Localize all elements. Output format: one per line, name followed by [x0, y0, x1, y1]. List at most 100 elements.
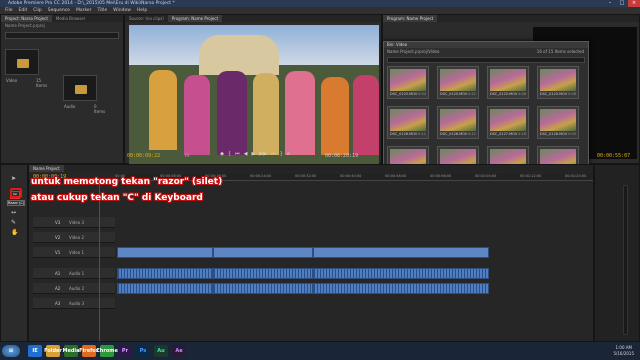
bin-thumbnail[interactable]: DSC_0125.MOV 0:21 [437, 66, 479, 99]
taskbar: ⊞ IE Folder Media Firefox Chrome Pr Ps Au Ae 1:0… [0, 342, 640, 360]
audio-clip[interactable] [117, 268, 213, 279]
taskbar-app-firefox[interactable]: Firefox [79, 345, 99, 357]
bin-audio[interactable]: Audio 0 Items [63, 75, 105, 114]
bin-thumbnail[interactable]: DSC_0127.MOV 0:16 [487, 106, 529, 139]
track-header-v1[interactable]: V1 Video 1 [33, 247, 115, 258]
menu-clip[interactable]: Clip [30, 7, 45, 14]
thumbnail-image [540, 69, 576, 91]
thumbnail-name: DSC_0127.MOV [490, 132, 518, 136]
track-header-a2[interactable]: A2 Audio 2 [33, 283, 115, 294]
start-button[interactable]: ⊞ [2, 345, 20, 357]
audio-clip[interactable] [213, 283, 313, 294]
program-tabs: Source: (no clips) Program: Name Project [125, 15, 381, 22]
bin-thumbnail[interactable]: DSC_0125.MOV 0:06 [537, 66, 579, 99]
thumbnail-duration: 0:11 [418, 132, 426, 136]
thumbnail-duration: 0:16 [518, 132, 526, 136]
track-header-a3[interactable]: A3 Audio 3 [33, 298, 115, 309]
thumbnail-image [490, 69, 526, 91]
taskbar-app-au[interactable]: Au [154, 345, 168, 357]
thumbnail-name: DSC_0126.MOV [440, 132, 468, 136]
minimize-button[interactable]: – [604, 0, 616, 7]
go-to-out-button[interactable]: ⏭ [271, 151, 276, 159]
video-clip[interactable] [213, 247, 313, 258]
audio-clip[interactable] [313, 268, 489, 279]
bin-thumbnail[interactable]: DSC_0126.MOV 0:11 [437, 106, 479, 139]
marker-button[interactable]: ◆ [220, 151, 224, 159]
hand-tool-icon[interactable]: ✋ [11, 229, 18, 236]
menu-window[interactable]: Window [110, 7, 134, 14]
track-header-v2[interactable]: V2 Video 2 [33, 232, 115, 243]
tab-program[interactable]: Program: Name Project [167, 15, 223, 22]
taskbar-app-ie[interactable]: IE [28, 345, 42, 357]
taskbar-apps: IE Folder Media Firefox Chrome Pr Ps Au Ae [28, 345, 190, 357]
menu-file[interactable]: File [2, 7, 16, 14]
thumbnail-image [440, 69, 476, 91]
menu-sequence[interactable]: Sequence [45, 7, 73, 14]
thumbnail-duration: 0:04 [418, 92, 426, 96]
slip-tool-icon[interactable]: ↔ [11, 209, 16, 216]
export-frame-button[interactable]: ⌂ [287, 151, 290, 159]
ruler-tick-label: 00:00:40:00 [340, 174, 362, 178]
ruler-tick-label: 00:00:48:00 [385, 174, 407, 178]
track-id: V1 [55, 250, 61, 255]
video-clip[interactable] [117, 247, 213, 258]
bin-thumbnail[interactable]: DSC_0126.MOV 0:11 [387, 106, 429, 139]
bin-path-row: Name Project.prproj\Video 16 of 15 Items… [384, 48, 588, 55]
audio-clip[interactable] [313, 283, 489, 294]
taskbar-clock: 1:00 AM 5/16/2015 [613, 345, 634, 357]
ruler-tick-label: 00:01:04:00 [475, 174, 497, 178]
program-video-frame[interactable] [129, 25, 379, 165]
right-monitor-tabs: Program: Name Project [383, 15, 639, 22]
track-header-v3[interactable]: V3 Video 3 [33, 217, 115, 228]
menu-marker[interactable]: Marker [73, 7, 95, 14]
menu-title[interactable]: Title [95, 7, 111, 14]
taskbar-app-ae[interactable]: Ae [172, 345, 186, 357]
maximize-button[interactable]: □ [616, 0, 628, 7]
bin-thumbnail[interactable]: DSC_0125.MOV 0:06 [487, 66, 529, 99]
thumbnail-name: DSC_0128.MOV [540, 132, 568, 136]
bin-thumbnail[interactable]: DSC_0128.MOV 0:05 [537, 106, 579, 139]
ruler-tick-label: 00:00:24:00 [250, 174, 272, 178]
transport-controls: ◆ { ⏮ ◀ ▶ ▶▶ ⏭ } ⌂ [180, 151, 330, 159]
clock-date: 5/16/2015 [613, 351, 634, 356]
step-back-button[interactable]: ◀ [244, 151, 248, 159]
track-header-a1[interactable]: A1 Audio 1 [33, 268, 115, 279]
close-button[interactable]: × [628, 0, 640, 7]
folder-icon [75, 85, 87, 94]
bin-search-input[interactable] [387, 57, 585, 63]
taskbar-app-chrome[interactable]: Chrome [96, 345, 118, 357]
mark-out-button[interactable]: } [280, 151, 283, 159]
program-timecode-current[interactable]: 00:00:09:22 [127, 153, 160, 159]
thumbnail-duration: 0:05 [568, 132, 576, 136]
go-to-in-button[interactable]: ⏮ [235, 151, 240, 159]
audio-clip[interactable] [117, 283, 213, 294]
project-search-input[interactable] [5, 32, 119, 39]
track-name: Audio 3 [69, 301, 85, 306]
tab-media-browser[interactable]: Media Browser [52, 15, 90, 22]
tab-source[interactable]: Source: (no clips) [125, 15, 168, 22]
taskbar-app-media[interactable]: Media [62, 345, 80, 357]
taskbar-app-ps[interactable]: Ps [136, 345, 150, 357]
thumbnail-duration: 0:06 [518, 92, 526, 96]
mark-in-button[interactable]: { [228, 151, 231, 159]
taskbar-app-folder[interactable]: Folder [44, 345, 62, 357]
video-clip[interactable] [313, 247, 489, 258]
audio-clip[interactable] [213, 268, 313, 279]
ruler-tick-label: 00:01:12:00 [520, 174, 542, 178]
bin-thumbnail[interactable]: DSC_0125.MOV 0:04 [387, 66, 429, 99]
tab-program-right[interactable]: Program: Name Project [383, 15, 438, 22]
bin-video[interactable]: Video 15 Items [5, 49, 47, 88]
menu-edit[interactable]: Edit [16, 7, 31, 14]
step-forward-button[interactable]: ▶▶ [259, 151, 267, 159]
ruler-tick-label: 00:01:20:00 [565, 174, 587, 178]
selection-tool-icon[interactable]: ➤ [11, 175, 16, 182]
taskbar-app-pr[interactable]: Pr [118, 345, 132, 357]
tab-project[interactable]: Project: Narso Project [1, 15, 52, 22]
play-button[interactable]: ▶ [251, 151, 255, 159]
menu-help[interactable]: Help [134, 7, 150, 14]
playhead[interactable] [99, 183, 100, 341]
tab-sequence[interactable]: Name Project [29, 165, 64, 172]
timeline-tabs: Name Project [29, 165, 593, 172]
pen-tool-icon[interactable]: ✎ [11, 219, 16, 226]
bin-video-label: Video 15 Items [6, 78, 48, 88]
